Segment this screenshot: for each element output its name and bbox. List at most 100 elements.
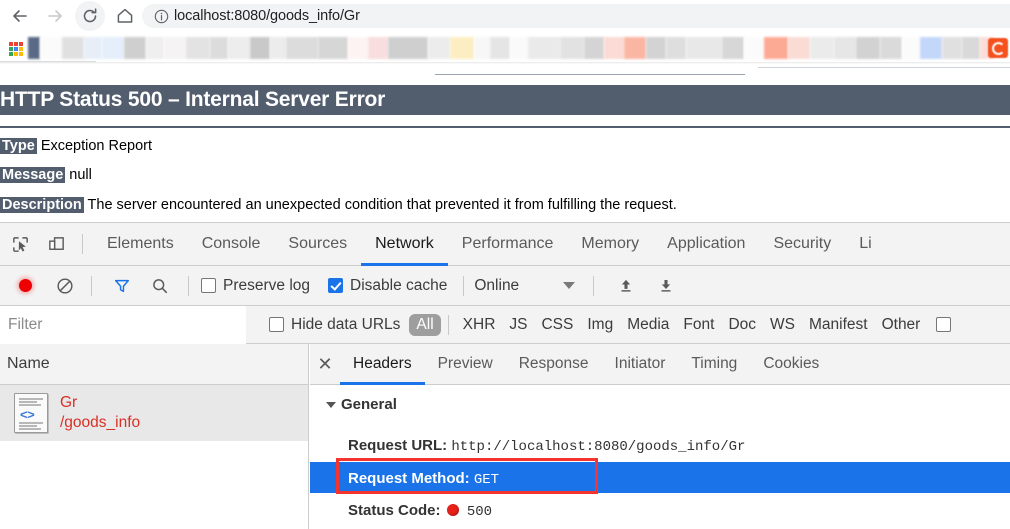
bookmark-items-blurred[interactable] bbox=[810, 37, 834, 59]
bookmark-items-blurred[interactable] bbox=[920, 37, 942, 59]
preserve-log-checkbox[interactable]: Preserve log bbox=[201, 277, 310, 295]
bookmark-items-blurred[interactable] bbox=[62, 37, 84, 59]
bookmark-items-blurred[interactable] bbox=[764, 37, 788, 59]
filter-chip-doc[interactable]: Doc bbox=[721, 314, 763, 336]
filter-chip-js[interactable]: JS bbox=[502, 314, 534, 336]
column-header-name[interactable]: Name bbox=[0, 344, 308, 385]
bookmark-items-blurred[interactable] bbox=[286, 37, 318, 59]
magnifier-search-icon[interactable] bbox=[144, 271, 176, 301]
preserve-log-box[interactable] bbox=[201, 278, 216, 293]
inspect-element-icon[interactable] bbox=[4, 229, 36, 259]
bookmark-items-blurred[interactable] bbox=[388, 37, 428, 59]
bookmark-items-blurred[interactable] bbox=[474, 37, 490, 59]
bookmark-items-blurred[interactable] bbox=[646, 37, 666, 59]
filter-chip-other[interactable]: Other bbox=[875, 314, 928, 336]
tab-performance[interactable]: Performance bbox=[448, 223, 568, 266]
bookmark-items-blurred[interactable] bbox=[942, 37, 962, 59]
bookmark-items-blurred[interactable] bbox=[604, 37, 624, 59]
download-arrow-icon[interactable] bbox=[650, 271, 682, 301]
forward-icon[interactable] bbox=[40, 1, 70, 31]
record-button-icon[interactable] bbox=[9, 271, 41, 301]
filter-chip-all[interactable]: All bbox=[409, 313, 441, 336]
bookmark-items-blurred[interactable] bbox=[146, 37, 164, 59]
bookmark-items-blurred[interactable] bbox=[788, 37, 810, 59]
bookmark-items-blurred[interactable] bbox=[318, 37, 348, 59]
filter-chip-media[interactable]: Media bbox=[620, 314, 676, 336]
tab-console[interactable]: Console bbox=[188, 223, 275, 266]
bookmark-items-blurred[interactable] bbox=[722, 37, 744, 59]
tab-lighthouse[interactable]: Li bbox=[845, 223, 885, 266]
bookmark-items-blurred[interactable] bbox=[270, 37, 286, 59]
close-x-icon[interactable]: ✕ bbox=[310, 344, 340, 385]
bookmark-extension-icon[interactable] bbox=[988, 38, 1008, 58]
tab-sources[interactable]: Sources bbox=[274, 223, 361, 266]
tab-network[interactable]: Network bbox=[361, 223, 448, 266]
bookmark-items-blurred[interactable] bbox=[250, 37, 270, 59]
filter-chip-font[interactable]: Font bbox=[676, 314, 721, 336]
bookmark-items-blurred[interactable] bbox=[856, 37, 880, 59]
bookmark-items-blurred[interactable] bbox=[560, 37, 584, 59]
bookmark-items-blurred[interactable] bbox=[666, 37, 686, 59]
device-toolbar-icon[interactable] bbox=[40, 229, 72, 259]
address-bar-url[interactable]: localhost:8080/goods_info/Gr bbox=[174, 8, 360, 24]
bookmark-items-blurred[interactable] bbox=[40, 37, 62, 59]
tab-memory[interactable]: Memory bbox=[567, 223, 653, 266]
hide-data-urls-checkbox[interactable]: Hide data URLs bbox=[269, 316, 400, 334]
disable-cache-box[interactable] bbox=[328, 278, 344, 293]
funnel-filter-icon[interactable] bbox=[106, 271, 138, 301]
detail-tab-response[interactable]: Response bbox=[506, 344, 602, 385]
general-section-header[interactable]: General bbox=[326, 396, 397, 413]
clear-no-entry-icon[interactable] bbox=[49, 271, 81, 301]
bookmark-items-blurred[interactable] bbox=[186, 37, 210, 59]
bookmark-items-blurred[interactable] bbox=[228, 37, 250, 59]
bookmark-items-blurred[interactable] bbox=[744, 37, 764, 59]
filter-chip-manifest[interactable]: Manifest bbox=[802, 314, 875, 336]
triangle-down-icon[interactable] bbox=[326, 401, 336, 408]
bookmark-items-blurred[interactable] bbox=[368, 37, 388, 59]
reload-icon[interactable] bbox=[75, 1, 105, 31]
tab-application[interactable]: Application bbox=[653, 223, 759, 266]
chevron-down-icon[interactable] bbox=[563, 282, 576, 289]
tab-security[interactable]: Security bbox=[759, 223, 845, 266]
detail-tab-preview[interactable]: Preview bbox=[425, 344, 506, 385]
filter-chip-css[interactable]: CSS bbox=[534, 314, 580, 336]
request-url-value[interactable]: http://localhost:8080/goods_info/Gr bbox=[451, 439, 745, 455]
bookmark-items-blurred[interactable] bbox=[428, 37, 450, 59]
bookmark-items-blurred[interactable] bbox=[28, 37, 40, 59]
bookmark-items-blurred[interactable] bbox=[528, 37, 560, 59]
bookmark-items-blurred[interactable] bbox=[164, 37, 186, 59]
filter-chip-ws[interactable]: WS bbox=[763, 314, 802, 336]
bookmarks-bar[interactable] bbox=[0, 32, 1010, 64]
bookmark-items-blurred[interactable] bbox=[584, 37, 604, 59]
tab-elements[interactable]: Elements bbox=[93, 223, 188, 266]
bookmark-items-blurred[interactable] bbox=[686, 37, 722, 59]
upload-arrow-icon[interactable] bbox=[610, 271, 642, 301]
bookmark-items-blurred[interactable] bbox=[490, 37, 510, 59]
bookmark-items-blurred[interactable] bbox=[902, 37, 920, 59]
apps-grid-icon[interactable] bbox=[9, 42, 23, 56]
request-method-value[interactable]: GET bbox=[474, 472, 499, 488]
detail-tab-initiator[interactable]: Initiator bbox=[602, 344, 679, 385]
bookmark-items-blurred[interactable] bbox=[84, 37, 102, 59]
blocked-requests-checkbox[interactable] bbox=[936, 317, 952, 332]
bookmark-items-blurred[interactable] bbox=[450, 37, 474, 59]
filter-chip-xhr[interactable]: XHR bbox=[456, 314, 503, 336]
filter-input[interactable] bbox=[0, 305, 246, 344]
bookmark-items-blurred[interactable] bbox=[624, 37, 646, 59]
bookmark-items-blurred[interactable] bbox=[880, 37, 902, 59]
throttling-select-value[interactable]: Online bbox=[474, 277, 519, 295]
detail-tab-cookies[interactable]: Cookies bbox=[750, 344, 832, 385]
bookmark-items-blurred[interactable] bbox=[834, 37, 856, 59]
back-icon[interactable] bbox=[5, 1, 35, 31]
bookmark-items-blurred[interactable] bbox=[348, 37, 368, 59]
home-icon[interactable] bbox=[110, 1, 140, 31]
bookmark-items-blurred[interactable] bbox=[962, 37, 980, 59]
detail-tab-headers[interactable]: Headers bbox=[340, 344, 425, 385]
bookmark-items-blurred[interactable] bbox=[102, 37, 124, 59]
disable-cache-checkbox[interactable]: Disable cache bbox=[328, 277, 447, 295]
bookmark-items-blurred[interactable] bbox=[124, 37, 146, 59]
filter-chip-img[interactable]: Img bbox=[580, 314, 620, 336]
bookmark-items-blurred[interactable] bbox=[510, 37, 528, 59]
detail-tab-timing[interactable]: Timing bbox=[678, 344, 750, 385]
hide-data-urls-box[interactable] bbox=[269, 317, 284, 332]
